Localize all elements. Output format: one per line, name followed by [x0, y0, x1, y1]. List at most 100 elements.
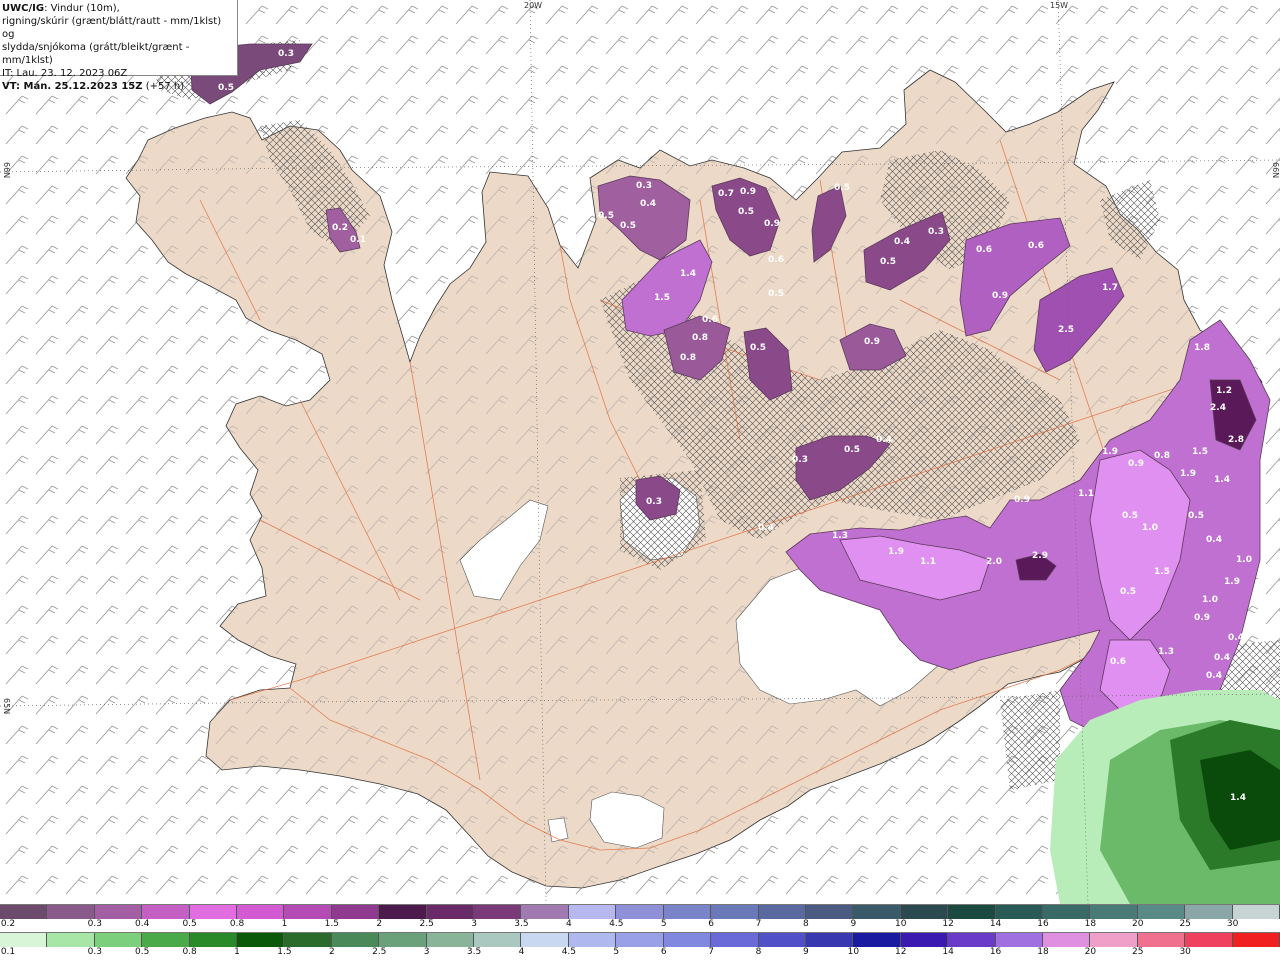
snow-legend-swatch	[94, 905, 143, 919]
snow-legend-swatch	[474, 905, 522, 919]
snow-legend-swatch	[758, 905, 806, 919]
snow-legend-label: 14	[989, 919, 1002, 929]
snow-legend-label: 30	[1226, 919, 1239, 929]
snow-legend-swatch	[568, 905, 617, 919]
rain-legend-labels: 0.1 0.3 0.5 0.8 1 1.5 2 2.5 3 3.5 4 4.5 5 6 7 8 9 10 12 14 1…	[0, 947, 1280, 959]
rain-legend-label: 3.5	[466, 947, 482, 957]
rain-legend-label: 8	[755, 947, 762, 957]
lon-label-20w: 20W	[524, 1, 543, 10]
snow-legend-swatch	[805, 905, 854, 919]
snow-legend-label: 16	[1037, 919, 1049, 929]
precip-value-label: 1.3	[1158, 647, 1174, 657]
snow-legend-label: 10	[895, 919, 907, 929]
snow-legend-swatch	[1090, 905, 1138, 919]
snow-legend-swatch	[426, 905, 475, 919]
precip-value-label: 2.0	[986, 557, 1002, 567]
precip-value-label: 0.4	[1206, 535, 1222, 545]
snow-legend-label: 0.4	[135, 919, 150, 929]
precip-value-label: 0.7	[718, 189, 734, 199]
snow-legend-swatch	[948, 905, 996, 919]
precip-value-label: 0.4	[640, 199, 656, 209]
precip-value-label: 0.4	[1228, 633, 1244, 643]
rain-legend-swatch	[1090, 933, 1138, 947]
rain-legend-swatch	[284, 933, 332, 947]
rain-legend-swatch	[142, 933, 190, 947]
precip-value-label: 0.3	[636, 181, 652, 191]
rain-legend-swatch	[237, 933, 285, 947]
precip-value-label: 1.0	[1142, 523, 1158, 533]
snow-legend-label: 2	[376, 919, 383, 929]
rain-legend-label: 4.5	[561, 947, 577, 957]
precip-value-label: 2.9	[1032, 551, 1048, 561]
lon-label-15w: 15W	[1050, 1, 1069, 10]
precip-value-label: 0.9	[1014, 495, 1030, 505]
snow-legend-swatch	[1042, 905, 1091, 919]
rain-legend-label: 0.3	[87, 947, 102, 957]
rain-legend-label: 1	[234, 947, 240, 957]
precip-value-label: 1.5	[654, 293, 670, 303]
precip-value-label: 0.9	[864, 337, 880, 347]
rain-legend-swatch	[94, 933, 143, 947]
rain-legend-swatch	[47, 933, 95, 947]
precip-value-label: 0.9	[1128, 459, 1144, 469]
precip-value-label: 0.5	[1122, 511, 1138, 521]
forecast-map: 0.3 0.5 0.20.1 0.3 0.4 0.5 0.5 0.7 0.9 0.5 0.9 0.6 0…	[0, 0, 1280, 904]
snow-legend-swatch	[189, 905, 238, 919]
precip-value-label: 1.0	[1202, 595, 1218, 605]
rain-legend-label: 0.5	[135, 947, 150, 957]
snow-legend-swatch	[663, 905, 712, 919]
rain-legend-label: 12	[895, 947, 907, 957]
precip-value-label: 1.5	[1192, 447, 1208, 457]
rain-legend-swatch	[568, 933, 617, 947]
snow-legend-label: 1	[281, 919, 288, 929]
precip-value-label: 2.8	[1228, 435, 1244, 445]
precip-value-label: 1.8	[1194, 343, 1210, 353]
lat-label-65n-left: 65N	[2, 698, 11, 715]
precip-value-label: 0.9	[764, 219, 780, 229]
snow-legend-swatch	[1185, 905, 1233, 919]
precip-value-label: 0.5	[844, 445, 860, 455]
snow-legend-swatch	[142, 905, 190, 919]
snow-legend-swatch	[47, 905, 95, 919]
lat-label-66n-left: 66N	[2, 162, 11, 179]
snow-legend-swatch	[521, 905, 569, 919]
snow-legend-swatch	[616, 905, 664, 919]
snow-legend-swatch	[237, 905, 285, 919]
map-title-box: UWC/IG: Vindur (10m), rigning/skúrir (gr…	[0, 0, 238, 92]
rain-legend-label: 0.1	[0, 947, 16, 957]
rain-legend-label: 5	[613, 947, 620, 957]
precip-value-label: 1.9	[888, 547, 904, 557]
rain-legend-swatch	[616, 933, 664, 947]
rain-legend-label: 0.8	[182, 947, 197, 957]
precip-value-label: 1.0	[1236, 555, 1252, 565]
snow-legend-label: 0.8	[229, 919, 245, 929]
snow-legend-label: 18	[1084, 919, 1097, 929]
lead-time: (+57 h)	[145, 81, 185, 92]
rain-legend-label: 3	[423, 947, 430, 957]
rain-legend-swatch	[426, 933, 475, 947]
rain-legend-swatch	[331, 933, 380, 947]
precip-value-label: 0.6	[768, 255, 784, 265]
snow-legend-label: 3	[471, 919, 477, 929]
snow-legend-labels: 0.2 0.3 0.4 0.5 0.8 1 1.5 2 2.5 3 3.5 4 4.5 5 6 7 8 9 10 12…	[0, 919, 1280, 931]
precip-value-label: 2.5	[1058, 325, 1074, 335]
rain-legend-colorbar	[0, 932, 1280, 947]
rain-legend-label: 2.5	[372, 947, 387, 957]
precip-value-label: 0.5	[738, 207, 754, 217]
rain-legend-swatch	[995, 933, 1043, 947]
snow-legend-label: 25	[1179, 919, 1191, 929]
snow-legend-swatch	[1137, 905, 1186, 919]
rain-legend-swatch	[900, 933, 949, 947]
title-line1: : Vindur (10m),	[44, 3, 120, 14]
snow-legend-swatch	[0, 905, 48, 919]
snow-legend-label: 12	[942, 919, 954, 929]
snow-legend-label: 2.5	[419, 919, 434, 929]
rain-legend-label: 7	[708, 947, 714, 957]
precip-value-label: 0.2	[332, 223, 348, 233]
rain-legend-label: 4	[518, 947, 525, 957]
rain-legend-label: 30	[1179, 947, 1191, 957]
snow-legend-colorbar	[0, 904, 1280, 919]
initial-time: IT: Lau. 23. 12. 2023 06Z	[2, 68, 128, 79]
precip-value-label: 0.3	[928, 227, 944, 237]
rain-legend-swatch	[1232, 933, 1280, 947]
